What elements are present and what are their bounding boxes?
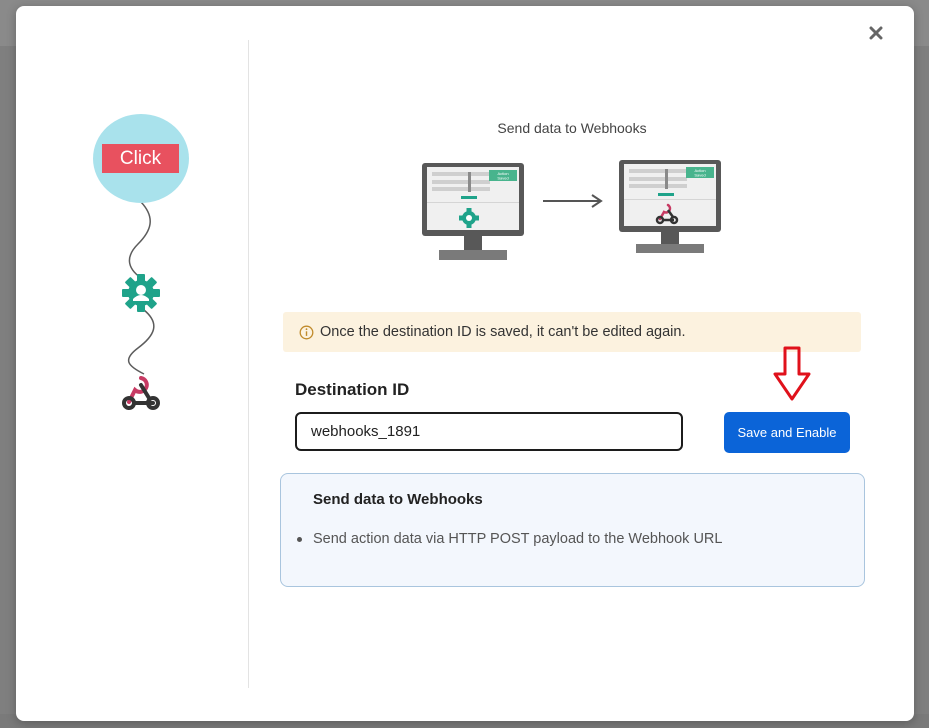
preview-title: Send data to Webhooks bbox=[497, 120, 647, 136]
info-list: Send action data via HTTP POST payload t… bbox=[297, 531, 723, 547]
gear-icon bbox=[120, 272, 162, 319]
webhook-icon bbox=[119, 372, 163, 417]
svg-text:Saved: Saved bbox=[694, 173, 705, 178]
close-button[interactable] bbox=[865, 22, 887, 44]
arrow-down-icon bbox=[772, 346, 812, 407]
notice-text: Once the destination ID is saved, it can… bbox=[320, 324, 686, 340]
svg-text:Saved: Saved bbox=[497, 176, 508, 181]
connector-string-2 bbox=[127, 309, 155, 375]
save-and-enable-button[interactable]: Save and Enable bbox=[724, 412, 850, 453]
close-icon bbox=[869, 26, 883, 40]
monitor-gear: Action Saved bbox=[421, 162, 525, 271]
panel-divider bbox=[248, 40, 249, 688]
list-item: Send action data via HTTP POST payload t… bbox=[297, 531, 723, 547]
webhook-destination-modal: Click Send data to Webhooks Action Saved… bbox=[16, 6, 914, 721]
info-title: Send data to Webhooks bbox=[313, 491, 483, 508]
click-label: Click bbox=[102, 144, 179, 173]
monitor-webhook: Action Saved bbox=[618, 159, 722, 262]
arrow-right-icon bbox=[542, 194, 604, 213]
bullet bbox=[297, 536, 302, 542]
list-item-text: Send action data via HTTP POST payload t… bbox=[313, 531, 723, 547]
flow-illustration: Click bbox=[16, 6, 248, 721]
webhook-info-box: Send data to Webhooks Send action data v… bbox=[280, 473, 865, 587]
flow-diagram bbox=[127, 201, 155, 375]
info-icon bbox=[299, 325, 314, 340]
destination-id-input[interactable] bbox=[295, 412, 683, 451]
connector-string-1 bbox=[128, 201, 151, 281]
destination-id-label: Destination ID bbox=[295, 380, 410, 399]
